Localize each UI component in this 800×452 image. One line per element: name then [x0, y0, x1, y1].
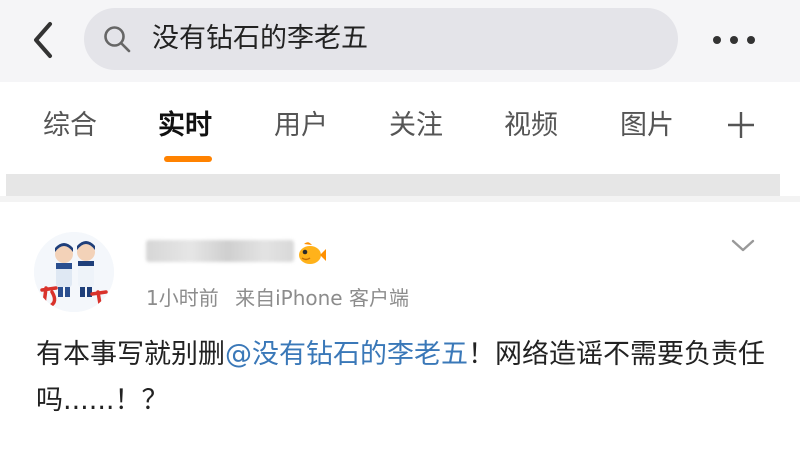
search-query[interactable]: 没有钻石的李老五 — [152, 8, 368, 70]
post-time: 1小时前 — [146, 286, 219, 310]
tab-bar: 综合 实时 用户 关注 视频 图片 — [0, 82, 800, 174]
tab-images[interactable]: 图片 — [620, 106, 674, 146]
plus-icon[interactable] — [722, 106, 760, 144]
top-bar: 没有钻石的李老五 — [0, 0, 800, 82]
back-arrow-icon[interactable] — [26, 18, 62, 62]
tab-comprehensive[interactable]: 综合 — [43, 106, 97, 146]
tab-video[interactable]: 视频 — [504, 106, 558, 146]
search-icon — [102, 24, 132, 54]
post-source: 来自iPhone 客户端 — [235, 286, 409, 310]
more-icon[interactable] — [706, 22, 762, 58]
post-text-before: 有本事写就别删 — [36, 339, 225, 370]
tab-users[interactable]: 用户 — [274, 106, 328, 146]
separator-band — [6, 174, 780, 196]
post-content: 有本事写就别删@没有钻石的李老五！网络造谣不需要负责任吗......！？ — [36, 332, 766, 424]
username-blurred[interactable] — [146, 240, 294, 262]
active-tab-indicator — [164, 156, 212, 162]
tab-realtime[interactable]: 实时 — [158, 106, 212, 146]
mention-link[interactable]: @没有钻石的李老五 — [225, 339, 468, 370]
chevron-down-icon[interactable] — [730, 236, 756, 256]
separator-gap — [0, 196, 800, 202]
fish-badge-icon — [296, 240, 326, 268]
avatar[interactable] — [34, 232, 114, 312]
post-meta: 1小时前 来自iPhone 客户端 — [146, 284, 419, 312]
search-box[interactable]: 没有钻石的李老五 — [84, 8, 678, 70]
tab-following[interactable]: 关注 — [389, 106, 443, 146]
